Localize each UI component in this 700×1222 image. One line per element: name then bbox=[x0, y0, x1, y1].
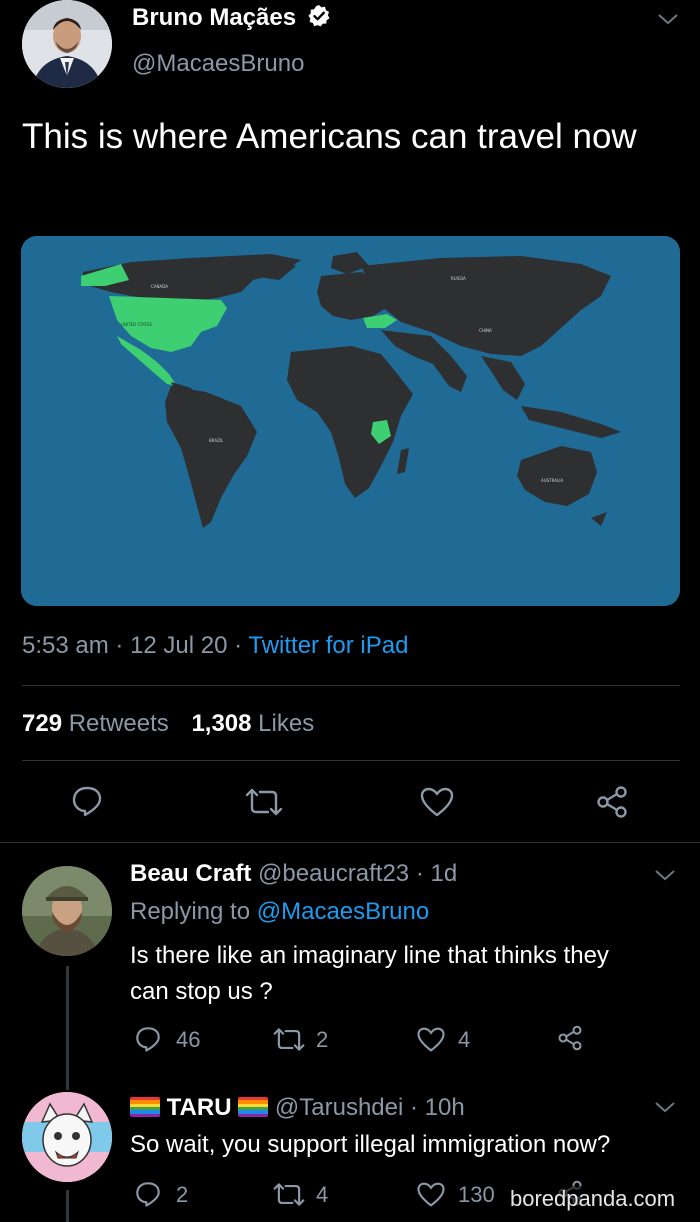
tweet-stats: 729 Retweets 1,308 Likes bbox=[22, 710, 314, 738]
reply-avatar[interactable] bbox=[22, 866, 112, 956]
retweet-icon[interactable] bbox=[272, 1181, 306, 1208]
reply-icon[interactable] bbox=[134, 1025, 162, 1053]
tweet-meta-separator: · bbox=[234, 632, 243, 659]
retweet-icon[interactable] bbox=[244, 786, 284, 818]
tweet-text: This is where Americans can travel now bbox=[22, 117, 637, 156]
reply-count: 46 bbox=[176, 1027, 201, 1052]
retweet-icon[interactable] bbox=[272, 1026, 306, 1053]
author-name[interactable]: Bruno Maçães bbox=[132, 4, 296, 31]
rainbow-flag-icon bbox=[130, 1097, 160, 1117]
chevron-down-icon[interactable] bbox=[654, 1100, 676, 1114]
divider bbox=[22, 760, 680, 761]
map-label-brazil: BRAZIL bbox=[209, 438, 224, 443]
like-count: 130 bbox=[458, 1182, 495, 1207]
divider bbox=[22, 685, 680, 686]
reply-author-handle[interactable]: @Tarushdei bbox=[275, 1094, 403, 1121]
like-count: 4 bbox=[458, 1027, 471, 1052]
reply-count: 2 bbox=[176, 1182, 189, 1207]
reply-author-name[interactable]: Beau Craft bbox=[130, 860, 251, 887]
tweet-meta: 5:53 am · 12 Jul 20 · Twitter for iPad bbox=[22, 632, 408, 660]
tweet-date[interactable]: 12 Jul 20 bbox=[130, 632, 227, 659]
reply-header: TARU @Tarushdei · 10h bbox=[130, 1094, 465, 1122]
like-icon[interactable] bbox=[416, 1181, 446, 1208]
like-icon[interactable] bbox=[416, 1026, 446, 1053]
reply-author-name[interactable]: TARU bbox=[167, 1094, 232, 1121]
watermark: boredpanda.com bbox=[506, 1186, 680, 1212]
chevron-down-icon[interactable] bbox=[657, 12, 679, 26]
reply-thread-line bbox=[66, 1190, 69, 1222]
map-label-australia: AUSTRALIA bbox=[541, 478, 563, 483]
tweet-meta-separator: · bbox=[115, 632, 124, 659]
retweet-count: 729 bbox=[22, 710, 63, 737]
map-label-china: CHINA bbox=[479, 328, 492, 333]
author-avatar[interactable] bbox=[22, 0, 112, 88]
reply-text: So wait, you support illegal immigration… bbox=[130, 1131, 611, 1158]
reply-icon[interactable] bbox=[70, 784, 104, 818]
replying-to: Replying to @MacaesBruno bbox=[130, 898, 429, 926]
reply-header: Beau Craft @beaucraft23 · 1d bbox=[130, 860, 457, 888]
tweet-time[interactable]: 5:53 am bbox=[22, 632, 109, 659]
author-handle[interactable]: @MacaesBruno bbox=[132, 50, 304, 78]
like-stat[interactable]: 1,308 Likes bbox=[191, 710, 314, 737]
like-label: Likes bbox=[258, 710, 315, 737]
author-name-row[interactable]: Bruno Maçães bbox=[132, 4, 331, 35]
map-label-russia: RUSSIA bbox=[451, 276, 466, 281]
reply-author-handle[interactable]: @beaucraft23 bbox=[258, 860, 409, 887]
chevron-down-icon[interactable] bbox=[654, 868, 676, 882]
divider bbox=[0, 842, 700, 843]
retweet-count: 2 bbox=[316, 1027, 329, 1052]
map-label-canada: CANADA bbox=[151, 284, 168, 289]
reply-icon[interactable] bbox=[134, 1180, 162, 1208]
replying-to-handle[interactable]: @MacaesBruno bbox=[257, 898, 429, 925]
map-label-united-states: UNITED STATES bbox=[121, 322, 152, 327]
reply-text: Is there like an imaginary line that thi… bbox=[130, 938, 690, 1010]
like-icon[interactable] bbox=[419, 786, 455, 818]
reply-time[interactable]: 1d bbox=[431, 860, 458, 887]
tweet-source-link[interactable]: Twitter for iPad bbox=[248, 632, 408, 659]
retweet-label: Retweets bbox=[68, 710, 169, 737]
verified-badge-icon bbox=[307, 4, 331, 35]
reply-separator: · bbox=[415, 860, 424, 887]
replying-to-label: Replying to bbox=[130, 898, 251, 925]
reply-thread-line bbox=[66, 966, 69, 1090]
retweet-stat[interactable]: 729 Retweets bbox=[22, 710, 175, 737]
reply-text-line: can stop us ? bbox=[130, 978, 273, 1005]
share-icon[interactable] bbox=[556, 1024, 584, 1052]
like-count: 1,308 bbox=[191, 710, 252, 737]
reply-separator: · bbox=[410, 1094, 418, 1121]
reply-time[interactable]: 10h bbox=[425, 1094, 465, 1121]
rainbow-flag-icon bbox=[238, 1097, 269, 1117]
reply-text-line: Is there like an imaginary line that thi… bbox=[130, 942, 609, 969]
share-icon[interactable] bbox=[594, 784, 630, 820]
tweet-map-image[interactable]: CANADA UNITED STATES RUSSIA CHINA BRAZIL… bbox=[21, 236, 680, 606]
reply-avatar[interactable] bbox=[22, 1092, 112, 1182]
retweet-count: 4 bbox=[316, 1182, 329, 1207]
